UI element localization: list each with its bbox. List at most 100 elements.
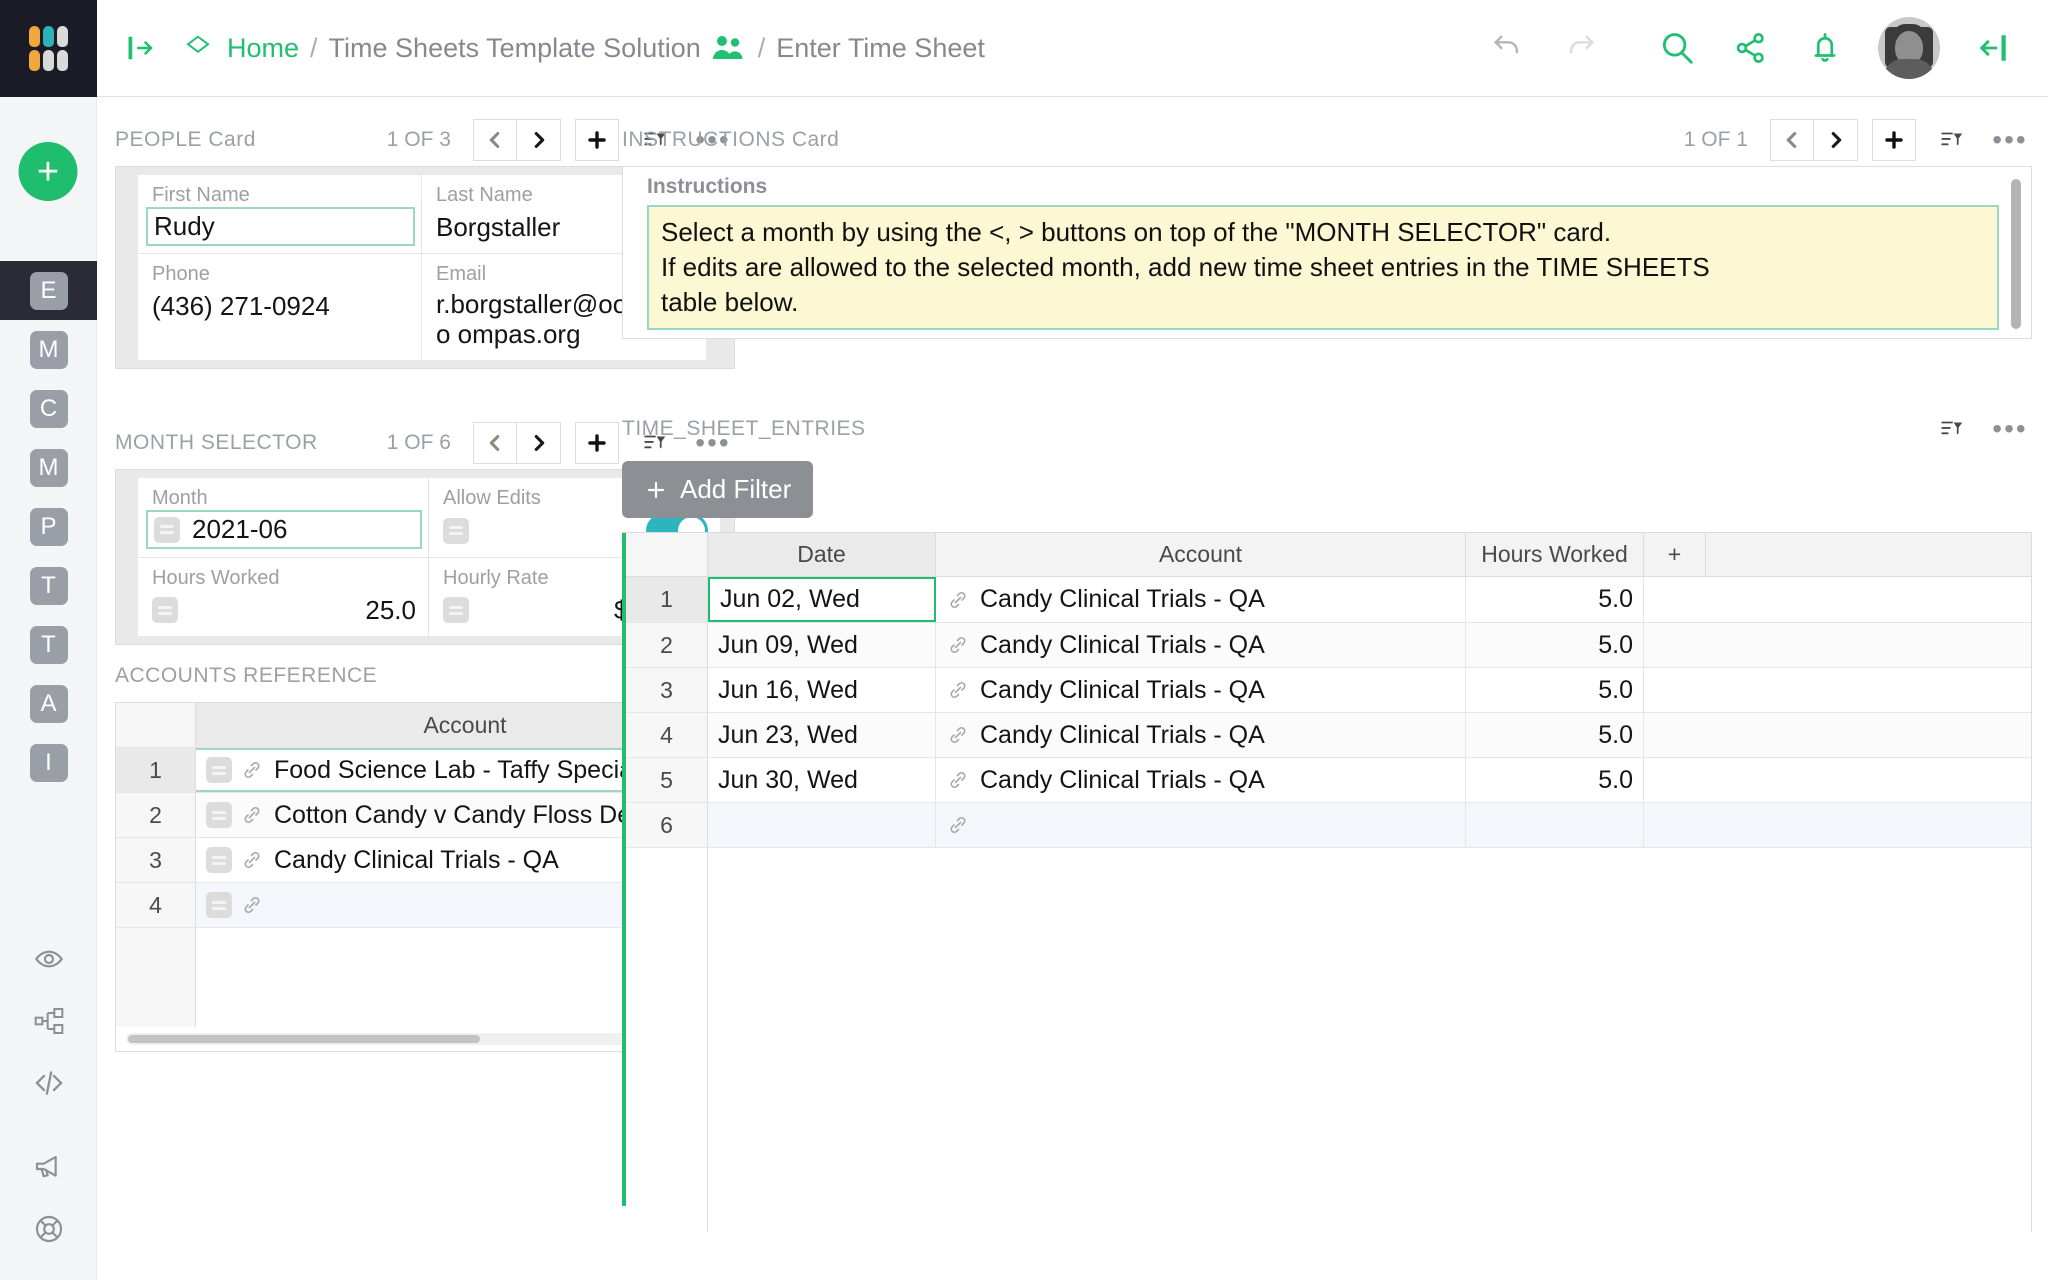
- share-icon[interactable]: [1714, 11, 1788, 85]
- date-cell[interactable]: Jun 30, Wed: [708, 758, 936, 802]
- date-value: Jun 09, Wed: [718, 630, 858, 659]
- logo-cell: [29, 49, 40, 71]
- field-month[interactable]: Month 2021-06: [138, 478, 429, 558]
- entries-more-options-icon[interactable]: •••: [1988, 408, 2032, 450]
- people-prev-button[interactable]: [473, 119, 517, 161]
- breadcrumb: Home / Time Sheets Template Solution / E…: [173, 33, 985, 64]
- month-prev-button[interactable]: [473, 422, 517, 464]
- logo-grid: [29, 25, 68, 71]
- account-cell[interactable]: Candy Clinical Trials - QA: [936, 577, 1466, 622]
- app-chip: I: [29, 743, 68, 782]
- month-input[interactable]: 2021-06: [146, 510, 422, 549]
- date-cell[interactable]: Jun 09, Wed: [708, 623, 936, 667]
- instructions-sort-filter-icon[interactable]: [1930, 119, 1974, 161]
- bell-icon[interactable]: [1788, 11, 1862, 85]
- time-sheet-entries-header: TIME_SHEET_ENTRIES •••: [622, 403, 2032, 455]
- grid-body: Date Account Hours Worked + 1 Jun 02, We…: [626, 533, 2032, 1232]
- account-cell[interactable]: [936, 803, 1466, 847]
- exit-icon[interactable]: [1956, 11, 2030, 85]
- instructions-text[interactable]: Select a month by using the <, > buttons…: [647, 205, 1999, 331]
- account-col-header[interactable]: Account: [936, 533, 1466, 576]
- field-phone[interactable]: Phone (436) 271-0924: [138, 254, 422, 360]
- account-cell[interactable]: Candy Clinical Trials - QA: [936, 713, 1466, 757]
- code-icon[interactable]: [0, 1052, 97, 1114]
- lifebuoy-icon[interactable]: [0, 1198, 97, 1260]
- people-card-nav: [473, 119, 561, 161]
- accounts-reference-title: ACCOUNTS REFERENCE: [115, 664, 378, 687]
- add-column-button[interactable]: +: [1644, 533, 1706, 576]
- table-row[interactable]: 3 Jun 16, Wed Candy Clinical Trials - QA…: [626, 667, 2031, 712]
- hours-cell[interactable]: 5.0: [1466, 758, 1644, 802]
- account-cell[interactable]: Candy Clinical Trials - QA: [936, 668, 1466, 712]
- sidebar-item-app-m1[interactable]: M: [0, 320, 97, 379]
- hours-value: 5.0: [1598, 585, 1633, 613]
- date-cell[interactable]: Jun 23, Wed: [708, 713, 936, 757]
- app-chip: C: [29, 389, 68, 428]
- account-cell[interactable]: Candy Clinical Trials - QA: [936, 623, 1466, 667]
- date-cell[interactable]: [708, 803, 936, 847]
- undo-icon[interactable]: [1470, 11, 1544, 85]
- breadcrumb-home[interactable]: Home: [227, 33, 299, 64]
- hours-cell[interactable]: 5.0: [1466, 623, 1644, 667]
- month-add-button[interactable]: [575, 422, 619, 464]
- panel-collapse-icon[interactable]: [121, 28, 161, 68]
- record-chip-icon: [443, 597, 469, 623]
- sitemap-icon[interactable]: [0, 990, 97, 1052]
- month-next-button[interactable]: [517, 422, 561, 464]
- instructions-next-button[interactable]: [1814, 119, 1858, 161]
- breadcrumb-sep: /: [310, 32, 318, 63]
- table-row[interactable]: 2 Jun 09, Wed Candy Clinical Trials - QA…: [626, 622, 2031, 667]
- table-row[interactable]: 4 Jun 23, Wed Candy Clinical Trials - QA…: [626, 712, 2031, 757]
- scroll-thumb[interactable]: [2011, 179, 2021, 329]
- hours-cell[interactable]: 5.0: [1466, 668, 1644, 712]
- instructions-more-options-icon[interactable]: •••: [1988, 119, 2032, 161]
- megaphone-icon[interactable]: [0, 1136, 97, 1198]
- account-cell[interactable]: Candy Clinical Trials - QA: [936, 758, 1466, 802]
- people-add-button[interactable]: [575, 119, 619, 161]
- hours-worked-col-header[interactable]: Hours Worked: [1466, 533, 1644, 576]
- phone-input[interactable]: (436) 271-0924: [152, 290, 409, 322]
- add-new-button[interactable]: +: [18, 142, 78, 201]
- sidebar-item-app-p[interactable]: P: [0, 497, 97, 556]
- hours-cell[interactable]: 5.0: [1466, 577, 1644, 622]
- date-cell[interactable]: Jun 16, Wed: [708, 668, 936, 712]
- people-next-button[interactable]: [517, 119, 561, 161]
- table-row[interactable]: 1 Jun 02, Wed Candy Clinical Trials - QA…: [626, 577, 2031, 622]
- add-filter-button[interactable]: Add Filter: [622, 461, 814, 518]
- sidebar-item-app-i[interactable]: I: [0, 733, 97, 792]
- date-col-header[interactable]: Date: [708, 533, 936, 576]
- hours-cell[interactable]: 5.0: [1466, 713, 1644, 757]
- app-chip: A: [29, 684, 68, 723]
- redo-icon[interactable]: [1544, 11, 1618, 85]
- table-row-new[interactable]: 6: [626, 802, 2031, 847]
- sidebar-item-app-c[interactable]: C: [0, 379, 97, 438]
- search-icon[interactable]: [1640, 11, 1714, 85]
- app-logo[interactable]: [0, 0, 97, 97]
- account-value: Candy Clinical Trials - QA: [980, 585, 1265, 613]
- row-filler: [1644, 668, 2031, 712]
- first-name-input[interactable]: Rudy: [146, 207, 415, 246]
- field-hours-worked[interactable]: Hours Worked 25.0: [138, 558, 429, 636]
- date-cell[interactable]: Jun 02, Wed: [708, 577, 936, 622]
- sidebar-item-app-t2[interactable]: T: [0, 615, 97, 674]
- instructions-card-scrollbar[interactable]: [2009, 175, 2023, 330]
- entries-sort-filter-icon[interactable]: [1930, 408, 1974, 450]
- scroll-thumb[interactable]: [128, 1035, 480, 1043]
- instructions-prev-button[interactable]: [1770, 119, 1814, 161]
- eye-icon[interactable]: [0, 928, 97, 990]
- table-row[interactable]: 5 Jun 30, Wed Candy Clinical Trials - QA…: [626, 757, 2031, 802]
- hours-cell[interactable]: [1466, 803, 1644, 847]
- sidebar-item-app-m2[interactable]: M: [0, 438, 97, 497]
- sidebar-item-app-a[interactable]: A: [0, 674, 97, 733]
- field-first-name[interactable]: First Name Rudy: [138, 175, 422, 254]
- instructions-add-button[interactable]: [1872, 119, 1916, 161]
- row-filler: [1644, 803, 2031, 847]
- breadcrumb-solution[interactable]: Time Sheets Template Solution: [329, 33, 701, 64]
- avatar[interactable]: [1878, 17, 1940, 79]
- logo-cell: [57, 49, 68, 71]
- sidebar-item-app-t1[interactable]: T: [0, 556, 97, 615]
- sidebar-item-app-e[interactable]: E: [0, 261, 97, 320]
- people-field-grid: First Name Rudy Last Name Borgstaller Ph…: [138, 175, 706, 360]
- layers-icon: [183, 33, 213, 63]
- row-number: 3: [626, 668, 708, 712]
